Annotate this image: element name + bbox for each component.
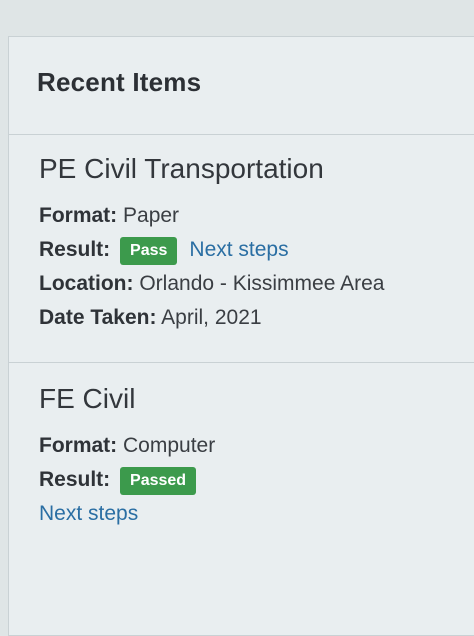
location-row: Location: Orlando - Kissimmee Area — [39, 267, 474, 301]
location-label: Location: — [39, 272, 134, 295]
format-row: Format: Paper — [39, 199, 474, 233]
next-steps-link[interactable]: Next steps — [189, 238, 288, 261]
item-title: PE Civil Transportation — [39, 153, 324, 184]
format-row: Format: Computer — [39, 429, 474, 463]
item-title: FE Civil — [39, 383, 136, 414]
panel-header: Recent Items — [9, 37, 474, 135]
recent-items-panel: Recent Items PE Civil Transportation For… — [8, 36, 474, 636]
next-steps-link[interactable]: Next steps — [39, 502, 138, 525]
panel-title: Recent Items — [37, 67, 202, 97]
date-label: Date Taken: — [39, 306, 157, 329]
result-row: Result: Passed — [39, 463, 474, 497]
format-label: Format: — [39, 204, 118, 227]
date-row: Date Taken: April, 2021 — [39, 301, 474, 335]
recent-item-fe-civil: FE Civil Format: Computer Result: Passed… — [9, 363, 474, 531]
result-badge: Pass — [120, 237, 178, 265]
result-label: Result: — [39, 238, 111, 261]
next-steps-row: Next steps — [39, 497, 474, 531]
result-label: Result: — [39, 468, 111, 491]
recent-item-pe-civil: PE Civil Transportation Format: Paper Re… — [9, 135, 474, 363]
location-value: Orlando - Kissimmee Area — [139, 272, 385, 295]
result-badge: Passed — [120, 467, 197, 495]
format-value: Paper — [123, 204, 180, 227]
date-value: April, 2021 — [161, 306, 262, 329]
result-row: Result: Pass Next steps — [39, 233, 474, 267]
format-label: Format: — [39, 434, 118, 457]
format-value: Computer — [123, 434, 216, 457]
